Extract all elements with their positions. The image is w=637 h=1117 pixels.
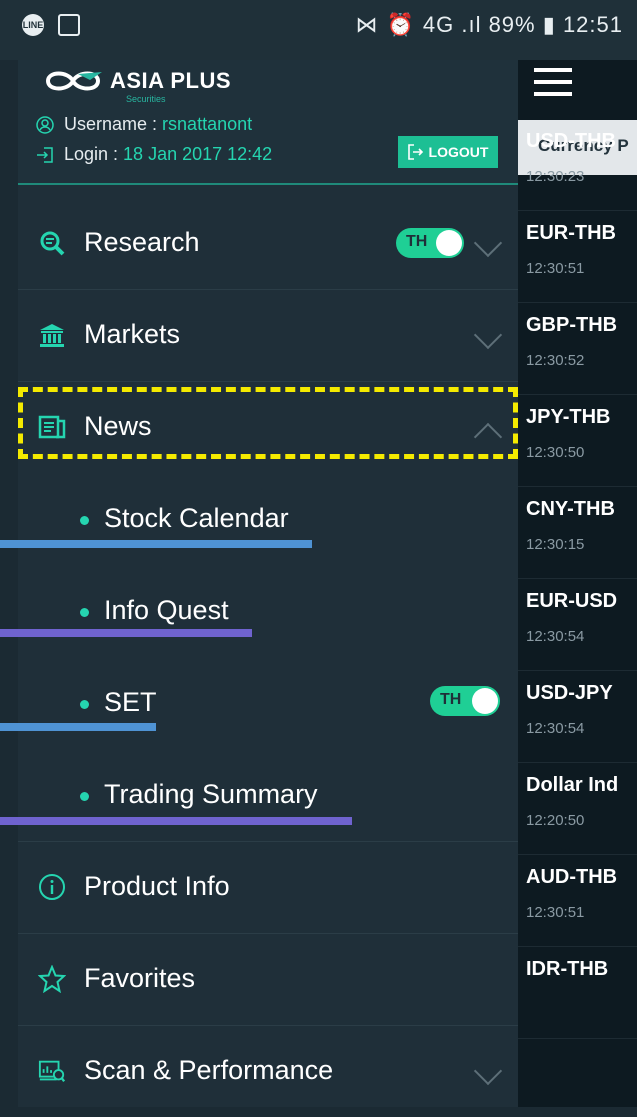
login-value: 18 Jan 2017 12:42 <box>123 144 273 164</box>
submenu-item-stock-calendar[interactable]: Stock Calendar <box>18 473 518 566</box>
currency-time: 12:30:54 <box>526 720 585 737</box>
currency-row[interactable]: Dollar Ind 12:20:50 <box>518 762 637 855</box>
menu-item-scan-performance[interactable]: Scan & Performance <box>18 1025 518 1117</box>
navigation-drawer: ASIA PLUS Securities Username : rsnattan… <box>18 60 518 1107</box>
submenu-label: Trading Summary <box>104 779 318 809</box>
login-row: Login : 18 Jan 2017 12:42 <box>36 144 272 165</box>
logout-button[interactable]: LOGOUT <box>398 136 498 168</box>
currency-row[interactable]: AUD-THB 12:30:51 <box>518 854 637 947</box>
currency-pair: AUD-THB <box>526 866 618 888</box>
menu-item-favorites[interactable]: Favorites <box>18 933 518 1026</box>
research-language-toggle[interactable]: TH <box>396 228 464 258</box>
currency-pair: EUR-USD <box>526 590 618 612</box>
hamburger-menu-icon[interactable] <box>534 68 572 104</box>
mute-icon: ⋈ <box>355 12 379 37</box>
star-icon <box>38 965 66 993</box>
alarm-icon: ⏰ <box>386 12 415 37</box>
menu-label-markets: Markets <box>84 319 181 349</box>
currency-pair: JPY-THB <box>526 406 611 428</box>
status-text: 4G .ıl 89% ▮ 12:51 <box>422 12 623 37</box>
set-language-toggle[interactable]: TH <box>430 686 500 716</box>
stock-calendar-underline <box>0 540 312 548</box>
menu-label-news: News <box>84 411 152 441</box>
menu-label-favorites: Favorites <box>84 963 196 993</box>
currency-pair: USD-THB <box>526 130 616 152</box>
chart-search-icon <box>38 1057 66 1085</box>
user-icon <box>36 115 54 134</box>
submenu-label: Info Quest <box>104 595 229 625</box>
app-topbar <box>518 60 637 120</box>
bank-icon <box>38 321 66 349</box>
menu-item-markets[interactable]: Markets <box>18 289 518 382</box>
currency-time: 12:30:51 <box>526 260 585 277</box>
submenu-label: SET <box>104 687 157 717</box>
currency-time: 12:30:23 <box>526 168 585 185</box>
menu-label-product-info: Product Info <box>84 871 230 901</box>
logout-label: LOGOUT <box>428 144 489 160</box>
bullet-dot <box>80 792 89 801</box>
menu-label-scan-performance: Scan & Performance <box>84 1055 334 1085</box>
news-icon <box>38 413 66 441</box>
currency-time: 12:30:51 <box>526 904 585 921</box>
currency-time: 12:30:52 <box>526 352 585 369</box>
currency-pair: Dollar Ind <box>526 774 619 796</box>
login-label: Login : <box>64 144 124 164</box>
currency-time: 12:30:15 <box>526 536 585 553</box>
currency-pair: GBP-THB <box>526 314 618 336</box>
currency-pair: IDR-THB <box>526 958 609 980</box>
currency-pair: CNY-THB <box>526 498 615 520</box>
drawer-header: ASIA PLUS Securities Username : rsnattan… <box>18 60 518 185</box>
submenu-item-info-quest[interactable]: Info Quest <box>18 565 518 658</box>
currency-row[interactable]: CNY-THB 12:30:15 <box>518 486 637 579</box>
currency-time: 12:30:54 <box>526 628 585 645</box>
toggle-knob <box>472 688 498 714</box>
set-underline <box>0 723 156 731</box>
info-icon <box>38 873 66 901</box>
currency-row[interactable]: EUR-THB 12:30:51 <box>518 210 637 303</box>
bullet-dot <box>80 516 89 525</box>
menu-label-research: Research <box>84 227 200 257</box>
currency-row[interactable]: EUR-USD 12:30:54 <box>518 578 637 671</box>
bullet-dot <box>80 608 89 617</box>
currency-pair: USD-JPY <box>526 682 613 704</box>
currency-row[interactable]: USD-JPY 12:30:54 <box>518 670 637 763</box>
chevron-up-icon[interactable] <box>473 422 503 452</box>
brand-subtitle: Securities <box>126 94 166 104</box>
currency-row[interactable]: GBP-THB 12:30:52 <box>518 302 637 395</box>
info-quest-underline <box>0 629 252 637</box>
menu-item-research[interactable]: Research TH <box>18 197 518 290</box>
currency-row[interactable]: JPY-THB 12:30:50 <box>518 394 637 487</box>
username-row: Username : rsnattanont <box>36 114 252 135</box>
username-value: rsnattanont <box>162 114 253 134</box>
toggle-label: TH <box>440 691 462 708</box>
menu-item-news[interactable]: News <box>18 381 518 474</box>
currency-row[interactable]: USD-THB 12:30:23 <box>518 118 637 211</box>
toggle-label: TH <box>406 233 428 250</box>
bullet-dot <box>80 700 89 709</box>
currency-panel: Currency P USD-THB 12:30:23 EUR-THB 12:30:5… <box>518 60 637 1107</box>
infinity-logo-icon <box>45 71 102 91</box>
gallery-icon <box>58 14 80 36</box>
currency-time: 12:30:50 <box>526 444 585 461</box>
submenu-label: Stock Calendar <box>104 503 289 533</box>
line-app-icon: LINE <box>22 14 44 36</box>
chevron-down-icon[interactable] <box>473 320 503 350</box>
brand-logo: ASIA PLUS <box>40 68 231 94</box>
currency-row[interactable]: IDR-THB <box>518 946 637 1039</box>
submenu-item-set[interactable]: SET TH <box>18 657 518 750</box>
brand-name: ASIA PLUS <box>110 68 232 93</box>
login-icon <box>37 146 53 163</box>
currency-pair: EUR-THB <box>526 222 616 244</box>
search-doc-icon <box>38 229 66 257</box>
chevron-down-icon[interactable] <box>473 1056 503 1086</box>
menu-item-product-info[interactable]: Product Info <box>18 841 518 934</box>
chevron-down-icon[interactable] <box>473 228 503 258</box>
toggle-knob <box>436 230 462 256</box>
status-bar: LINE ⋈ ⏰ 4G .ıl 89% ▮ 12:51 <box>0 0 637 60</box>
username-label: Username : <box>64 114 163 134</box>
currency-time: 12:20:50 <box>526 812 585 829</box>
trading-summary-underline <box>0 817 352 825</box>
logout-icon <box>407 144 423 160</box>
submenu-item-trading-summary[interactable]: Trading Summary <box>18 749 518 842</box>
